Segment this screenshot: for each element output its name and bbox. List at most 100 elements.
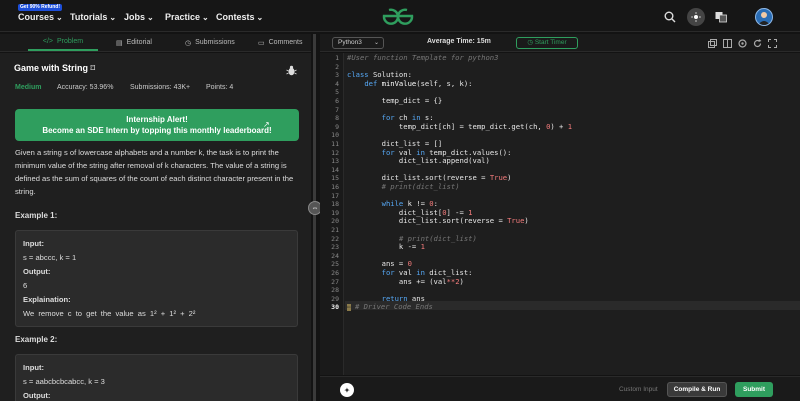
example-input-label: Input:: [23, 239, 45, 248]
nav-label: Courses: [18, 12, 55, 22]
compile-run-button[interactable]: Compile & Run: [667, 382, 727, 397]
gfg-logo-icon[interactable]: [381, 7, 415, 25]
line-number-gutter: 1 2 3 4 5 6 7 8 9 10 11 12 13 14 15 16 1…: [320, 53, 344, 375]
line-number: 21: [331, 226, 339, 234]
line-number: 17: [331, 191, 339, 200]
code-line: temp_dict[ch] = temp_dict.get(ch, 0) + 1: [347, 121, 573, 131]
example2-heading: Example 2:: [15, 335, 58, 344]
line-number: 11: [331, 140, 339, 148]
nav-label: Jobs: [124, 12, 146, 22]
expand-icon[interactable]: [722, 38, 732, 48]
top-navbar: Get 90% Refund! Courses ⌄ Tutorials ⌄ Jobs…: [0, 0, 800, 32]
line-number: 4: [335, 79, 339, 88]
line-number: 24: [331, 251, 339, 260]
translate-icon[interactable]: [713, 9, 729, 25]
line-number: 30: [331, 303, 339, 312]
submissions-stat: Submissions: 43K+: [130, 84, 191, 91]
code-line: # print(dict_list): [381, 182, 460, 191]
tab-label: Submissions: [195, 39, 235, 46]
tab-editorial[interactable]: ▤ Editorial: [116, 34, 152, 51]
theme-toggle-icon[interactable]: [687, 8, 705, 26]
custom-input-toggle[interactable]: Custom Input: [619, 386, 658, 393]
code-line: temp_dict = {}: [347, 96, 443, 105]
line-number: 1: [335, 54, 339, 62]
language-select[interactable]: Python3 ⌄: [332, 37, 384, 49]
bug-report-icon[interactable]: [286, 63, 297, 81]
tab-submissions[interactable]: ◷ Submissions: [185, 34, 235, 51]
line-number: 18: [331, 200, 339, 209]
lightbulb-icon[interactable]: ✦: [340, 383, 354, 397]
promo-badge[interactable]: Get 90% Refund!: [18, 4, 63, 11]
difficulty-badge: Medium: [15, 84, 42, 91]
chevron-down-icon: ⌄: [202, 13, 209, 22]
example-explanation-label: Explaination:: [23, 295, 71, 304]
fold-marker[interactable]: ⋯: [347, 304, 351, 312]
settings-icon[interactable]: [737, 38, 747, 48]
copy-icon[interactable]: [707, 38, 717, 48]
code-line: dict_list.sort(reverse = True): [347, 216, 529, 226]
example-input-value: s = aabcbcbcabcc, k = 3: [23, 377, 105, 386]
nav-practice[interactable]: Practice ⌄: [165, 12, 209, 22]
line-number: 20: [331, 217, 339, 226]
code-editor[interactable]: 1 2 3 4 5 6 7 8 9 10 11 12 13 14 15 16 1…: [320, 53, 800, 375]
nav-label: Tutorials: [70, 12, 108, 22]
nav-contests[interactable]: Contests ⌄: [216, 12, 263, 22]
line-number: 16: [331, 183, 339, 191]
fullscreen-icon[interactable]: [767, 38, 777, 48]
line-number: 27: [331, 277, 339, 286]
submit-button[interactable]: Submit: [735, 382, 773, 397]
line-number: 14: [331, 165, 339, 174]
code-line: k -= 1: [347, 242, 425, 252]
average-time: Average Time: 15m: [427, 38, 491, 45]
chevron-down-icon: ⌄: [109, 13, 117, 22]
reset-icon[interactable]: [752, 38, 762, 48]
nav-jobs[interactable]: Jobs ⌄: [124, 12, 154, 22]
code-line: ans += (val**2): [347, 276, 464, 286]
example-output-label: Output:: [23, 267, 51, 276]
points-stat: Points: 4: [206, 84, 234, 91]
chevron-down-icon: ⌄: [147, 13, 154, 22]
driver-code-comment: # Driver Code Ends: [354, 302, 433, 312]
example1-box: Input: s = abccc, k = 1 Output: 6 Explai…: [15, 230, 298, 327]
external-link-icon[interactable]: ↗: [263, 120, 270, 129]
line-number: 26: [331, 269, 339, 277]
example-input-label: Input:: [23, 363, 45, 372]
start-timer-button[interactable]: ◷ Start Timer: [516, 37, 578, 49]
example-explanation-value: We remove c to get the value as 1² + 1² …: [23, 309, 196, 318]
internship-alert-banner[interactable]: Internship Alert! Become an SDE Intern b…: [15, 109, 299, 141]
app-root: Get 90% Refund! Courses ⌄ Tutorials ⌄ Jobs…: [0, 0, 800, 401]
tab-comments[interactable]: ▭ Comments: [258, 34, 302, 51]
panel-splitter[interactable]: [313, 34, 316, 401]
problem-title: Game with String ⌑: [14, 63, 95, 74]
alert-title: Internship Alert!: [126, 115, 188, 124]
nav-courses[interactable]: Courses ⌄: [18, 12, 63, 22]
line-number: 10: [331, 131, 339, 140]
chevron-down-icon: ⌄: [373, 40, 379, 46]
problem-tabs: </> Problem ▤ Editorial ◷ Submissions ▭ …: [0, 34, 311, 52]
line-number: 8: [335, 114, 339, 123]
start-timer-label: Start Timer: [534, 39, 567, 46]
line-number: 29: [331, 294, 339, 303]
example1-heading: Example 1:: [15, 211, 58, 220]
code-icon: </>: [42, 38, 54, 45]
nav-label: Practice: [165, 12, 201, 22]
avatar[interactable]: [755, 8, 773, 26]
line-number: 3: [335, 71, 339, 80]
tab-label: Editorial: [126, 39, 152, 46]
line-number: 23: [331, 243, 339, 252]
line-number: 12: [331, 148, 339, 157]
nav-tutorials[interactable]: Tutorials ⌄: [70, 12, 116, 22]
search-icon[interactable]: [662, 9, 678, 25]
line-number: 9: [335, 122, 339, 131]
chevron-down-icon: ⌄: [256, 13, 264, 22]
problem-panel: Game with String ⌑ Medium Accuracy: 53.9…: [0, 53, 311, 401]
document-icon: ▤: [116, 39, 123, 47]
code-line: dict_list.append(val): [347, 156, 490, 166]
accuracy-stat: Accuracy: 53.96%: [57, 84, 114, 91]
line-number: 19: [331, 208, 339, 217]
tab-problem[interactable]: </> Problem: [28, 34, 98, 51]
bookmark-icon[interactable]: ⌑: [91, 63, 96, 73]
code-line: ⋯ # Driver Code Ends: [347, 302, 433, 312]
problem-description: Given a string s of lowercase alphabets …: [15, 148, 294, 196]
line-number: 5: [335, 88, 339, 97]
